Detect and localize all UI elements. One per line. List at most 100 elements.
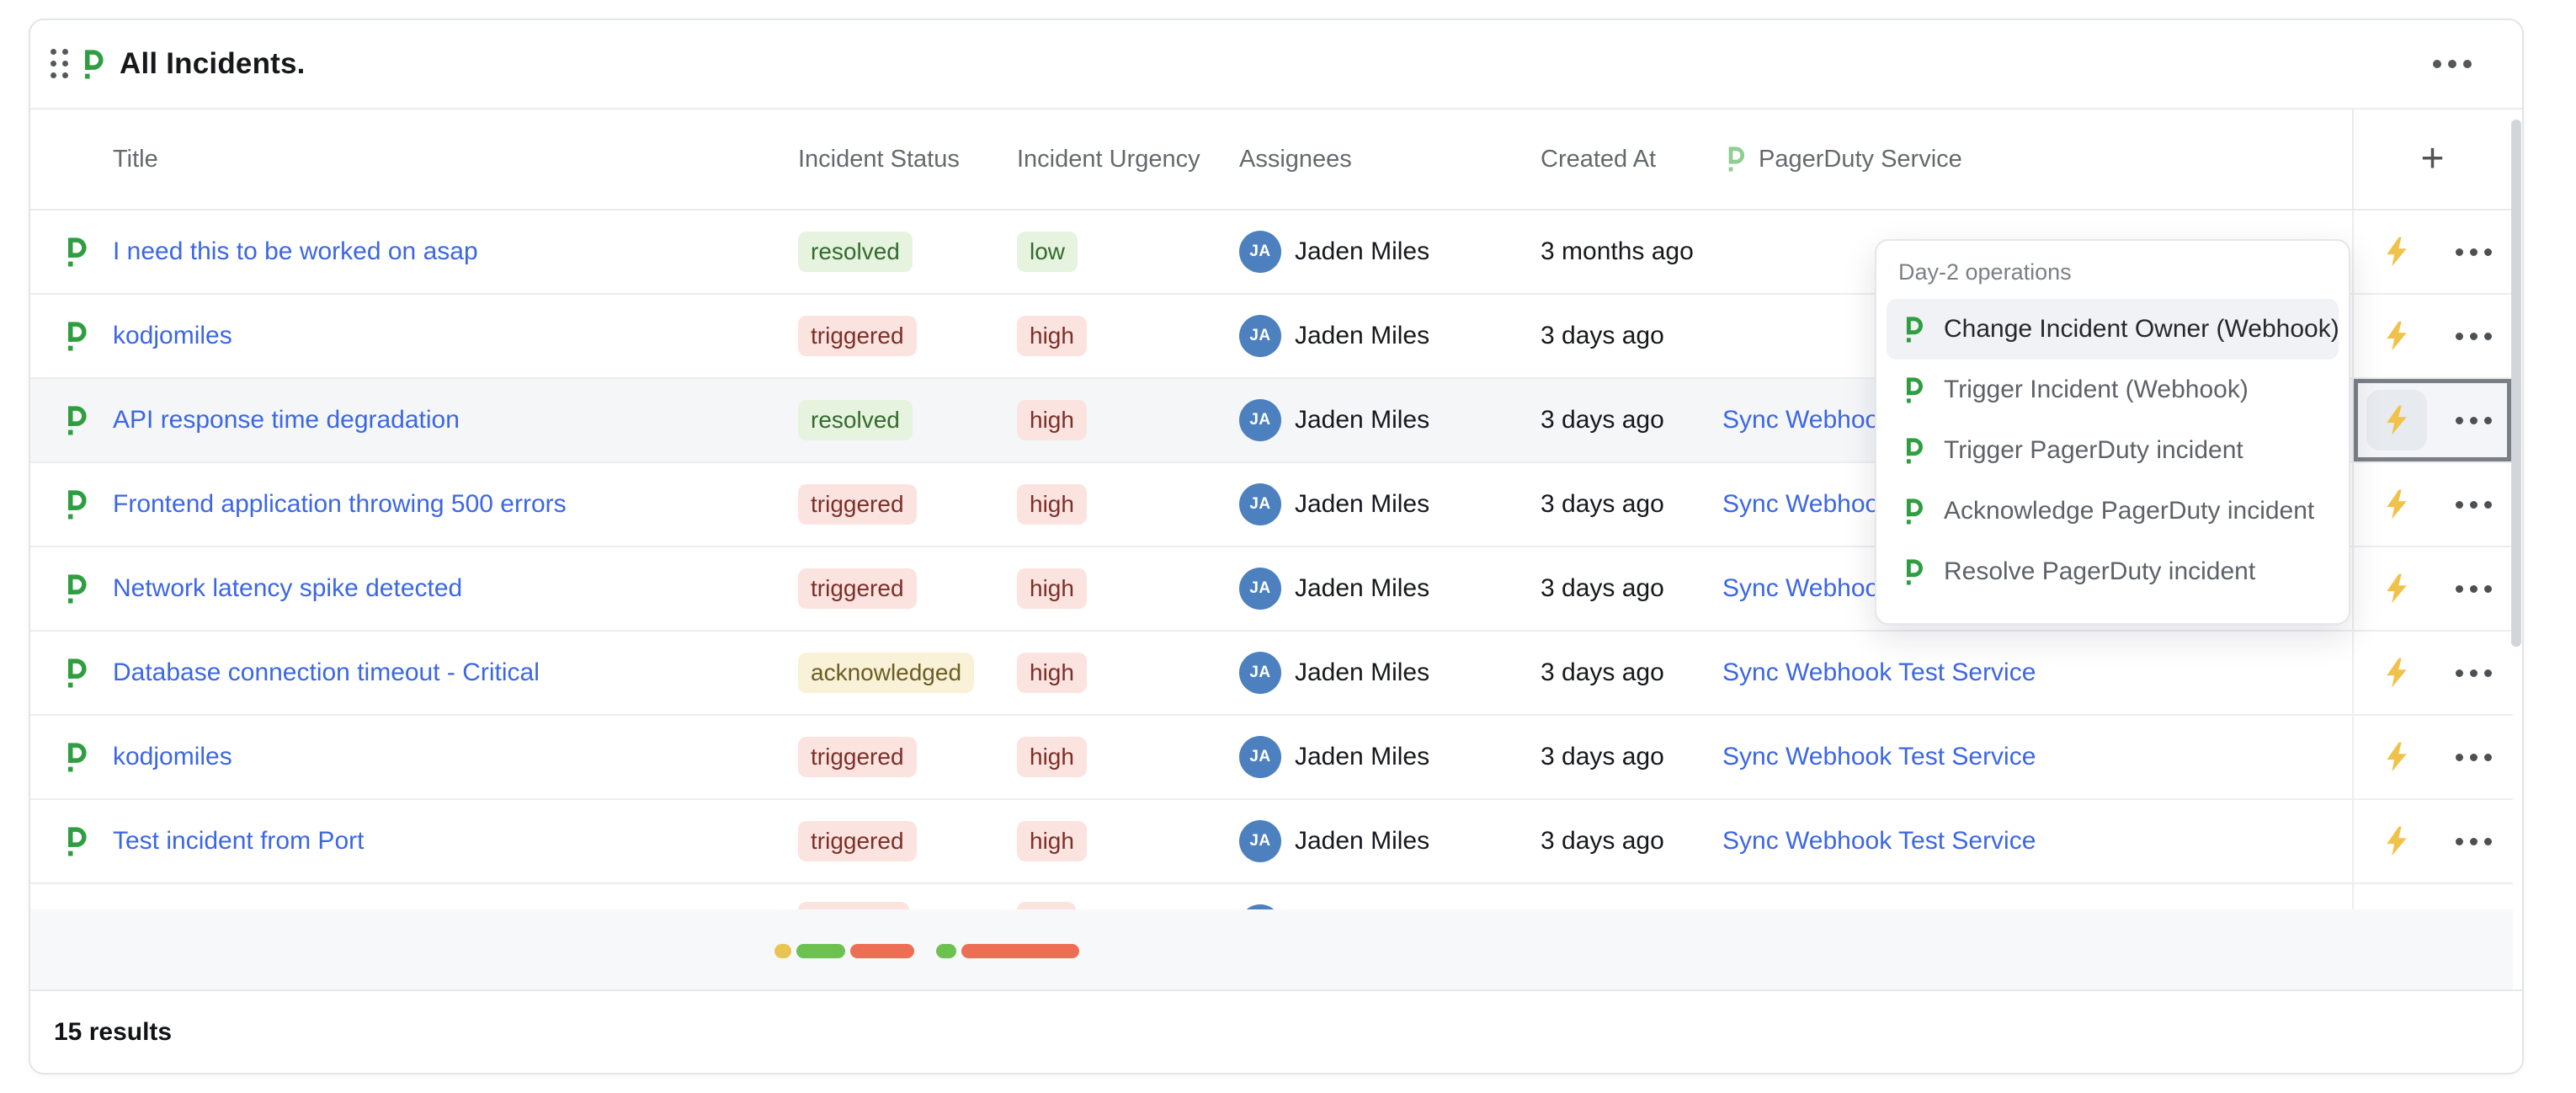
row-menu-button kebab-icon[interactable] xyxy=(2449,663,2499,684)
run-action-button lightning-icon[interactable] xyxy=(2366,221,2427,282)
status-summary-pills xyxy=(774,944,1079,958)
assignee-name: Jaden Miles xyxy=(1295,322,1429,350)
summary-band xyxy=(30,909,2513,993)
row-menu-button kebab-icon[interactable] xyxy=(2449,326,2499,347)
row-menu-button kebab-icon[interactable] xyxy=(2449,242,2499,263)
run-action-button lightning-icon[interactable] xyxy=(2366,811,2427,872)
pagerduty-icon xyxy=(1900,498,1925,525)
assignee-avatar: JA xyxy=(1239,820,1281,862)
menu-item[interactable]: Acknowledge PagerDuty incident xyxy=(1887,481,2339,541)
assignee-avatar: JA xyxy=(1239,568,1281,610)
column-header-service[interactable]: PagerDuty Service xyxy=(1722,146,2352,173)
column-header-assignees[interactable]: Assignees xyxy=(1239,146,1541,173)
row-actions-cell xyxy=(2352,295,2511,377)
table-row: Database connection timeout - Critical a… xyxy=(30,632,2513,716)
row-menu-button kebab-icon[interactable] xyxy=(2449,831,2499,852)
row-actions-cell xyxy=(2352,632,2511,714)
status-badge: triggered xyxy=(798,737,917,777)
day2-operations-menu: Day-2 operations Change Incident Owner (… xyxy=(1875,239,2350,625)
menu-item-label: Change Incident Owner (Webhook) xyxy=(1944,315,2339,344)
created-at: 3 days ago xyxy=(1541,743,1664,770)
page-title: All Incidents. xyxy=(120,47,306,81)
urgency-badge: high xyxy=(1017,484,1087,525)
menu-item[interactable]: Trigger Incident (Webhook) xyxy=(1887,360,2339,420)
urgency-badge: high xyxy=(1017,653,1087,693)
run-action-button lightning-icon[interactable] xyxy=(2366,306,2427,366)
assignee-avatar: JA xyxy=(1239,315,1281,357)
row-actions-cell xyxy=(2352,800,2511,882)
add-column-button plus-icon[interactable]: + xyxy=(2420,139,2444,179)
incident-title-link[interactable]: Network latency spike detected xyxy=(113,574,462,602)
run-action-button lightning-icon[interactable] xyxy=(2366,390,2427,451)
pagerduty-icon xyxy=(61,742,89,773)
menu-item-label: Resolve PagerDuty incident xyxy=(1944,557,2255,586)
pagerduty-icon xyxy=(61,237,89,268)
drag-handle-icon[interactable] xyxy=(51,49,69,79)
service-link[interactable]: Sync Webhook Test Service xyxy=(1722,743,2036,770)
incident-title-link[interactable]: kodjomiles xyxy=(113,743,232,770)
column-header-title[interactable]: Title xyxy=(113,146,798,173)
incident-title-link[interactable]: Test incident from Port xyxy=(113,827,364,855)
assignee-avatar: JA xyxy=(1239,399,1281,441)
pagerduty-icon xyxy=(1722,146,1747,173)
run-action-button lightning-icon[interactable] xyxy=(2366,642,2427,703)
column-header-urgency[interactable]: Incident Urgency xyxy=(1017,146,1239,173)
incident-title-link[interactable]: I need this to be worked on asap xyxy=(113,237,478,265)
table-row: kodjomiles triggered high JA Jaden Miles… xyxy=(30,716,2513,800)
created-at: 3 months ago xyxy=(1541,237,1694,265)
created-at: 3 days ago xyxy=(1541,658,1664,686)
pagerduty-icon xyxy=(61,321,89,352)
pagerduty-icon xyxy=(61,489,89,520)
created-at: 3 days ago xyxy=(1541,322,1664,349)
assignee-avatar: JA xyxy=(1239,231,1281,273)
urgency-badge: high xyxy=(1017,400,1087,440)
status-badge: triggered xyxy=(798,484,917,525)
row-menu-button kebab-icon[interactable] xyxy=(2449,578,2499,600)
status-badge: triggered xyxy=(798,316,917,356)
pagerduty-icon xyxy=(1900,437,1925,465)
incident-title-link[interactable]: API response time degradation xyxy=(113,406,460,434)
vertical-scrollbar[interactable] xyxy=(2511,120,2521,647)
row-menu-button kebab-icon[interactable] xyxy=(2449,494,2499,515)
menu-item[interactable]: Trigger PagerDuty incident xyxy=(1887,420,2339,481)
run-action-button lightning-icon[interactable] xyxy=(2366,474,2427,535)
pagerduty-icon xyxy=(1900,376,1925,404)
status-badge: triggered xyxy=(798,821,917,861)
run-action-button lightning-icon[interactable] xyxy=(2366,558,2427,619)
menu-item-label: Trigger Incident (Webhook) xyxy=(1944,376,2249,404)
status-badge: resolved xyxy=(798,232,913,272)
widget-title-bar: All Incidents. xyxy=(30,20,2522,109)
widget-menu-button kebab-icon[interactable] xyxy=(2424,51,2480,77)
row-actions-cell xyxy=(2352,547,2511,630)
incident-title-link[interactable]: kodjomiles xyxy=(113,322,232,349)
pagerduty-icon xyxy=(77,49,106,80)
pagerduty-icon xyxy=(1900,316,1925,344)
urgency-badge: high xyxy=(1017,821,1087,861)
run-action-button lightning-icon[interactable] xyxy=(2366,727,2427,787)
created-at: 3 days ago xyxy=(1541,406,1664,434)
row-menu-button kebab-icon[interactable] xyxy=(2449,747,2499,768)
assignee-avatar: JA xyxy=(1239,483,1281,525)
column-header-status[interactable]: Incident Status xyxy=(798,146,1017,173)
service-link[interactable]: Sync Webhook Test Service xyxy=(1722,658,2036,686)
menu-item[interactable]: Resolve PagerDuty incident xyxy=(1887,541,2339,602)
status-badge: acknowledged xyxy=(798,653,974,693)
menu-item[interactable]: Change Incident Owner (Webhook) xyxy=(1887,299,2339,360)
assignee-name: Jaden Miles xyxy=(1295,743,1429,771)
urgency-badge: low xyxy=(1017,232,1078,272)
row-actions-cell xyxy=(2352,379,2511,461)
service-link[interactable]: Sync Webhook Test Service xyxy=(1722,827,2036,855)
summary-pill xyxy=(850,944,914,958)
urgency-badge: high xyxy=(1017,568,1087,609)
created-at: 3 days ago xyxy=(1541,827,1664,855)
summary-pill xyxy=(936,944,956,958)
assignee-avatar: JA xyxy=(1239,652,1281,694)
row-menu-button kebab-icon[interactable] xyxy=(2449,410,2499,431)
incident-title-link[interactable]: Database connection timeout - Critical xyxy=(113,658,540,686)
incident-title-link[interactable]: Frontend application throwing 500 errors xyxy=(113,490,567,518)
row-actions-cell xyxy=(2352,211,2511,293)
summary-pill xyxy=(961,944,1079,958)
table-header: Title Incident Status Incident Urgency A… xyxy=(30,109,2513,211)
column-header-created[interactable]: Created At xyxy=(1541,146,1722,173)
menu-item-label: Trigger PagerDuty incident xyxy=(1944,436,2243,465)
